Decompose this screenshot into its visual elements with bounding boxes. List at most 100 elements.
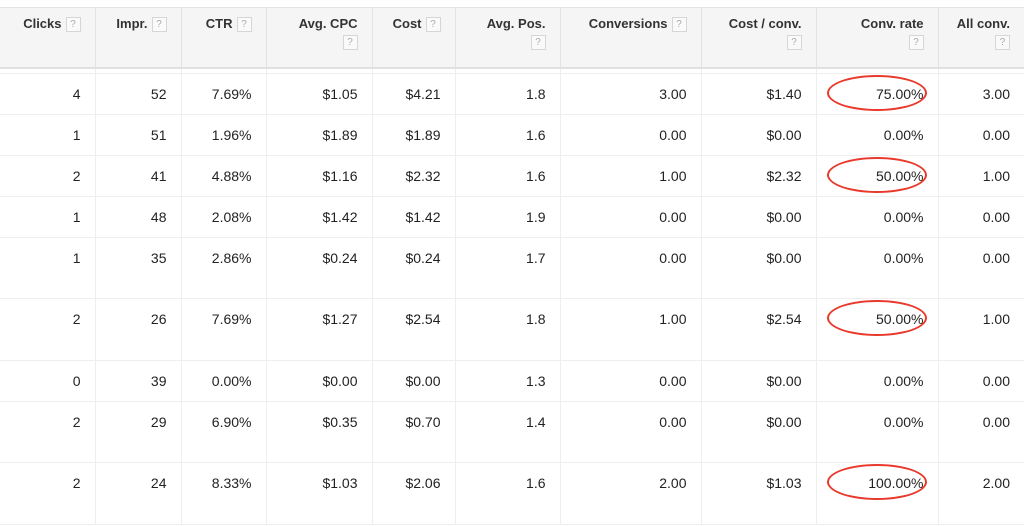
- help-icon[interactable]: ?: [342, 35, 358, 50]
- cell-value: 1: [72, 250, 81, 266]
- cell-cost: $2.54: [372, 298, 456, 361]
- cell-value: 100.00%: [868, 475, 924, 491]
- column-header-impressions[interactable]: Impr.?: [95, 7, 182, 68]
- column-header-ctr[interactable]: CTR?: [181, 7, 267, 68]
- column-label: CTR: [205, 16, 233, 31]
- column-header-conv-rate[interactable]: Conv. rate?: [816, 7, 939, 68]
- help-icon[interactable]: ?: [995, 35, 1010, 50]
- column-label: Avg. Pos.: [486, 16, 546, 31]
- column-header-all-conv[interactable]: All conv.?: [938, 7, 1024, 68]
- cell-value: $4.21: [405, 86, 441, 102]
- cell-cost-per-conv: $1.40: [701, 73, 817, 115]
- help-icon[interactable]: ?: [151, 17, 167, 33]
- column-header-conversions[interactable]: Conversions?: [560, 7, 702, 68]
- cell-value: 51: [150, 127, 167, 143]
- cell-avg-cpc: $1.42: [266, 196, 373, 238]
- cell-cost: $0.70: [372, 401, 456, 463]
- cell-clicks: 2: [0, 401, 96, 463]
- column-label: Impr.: [116, 16, 148, 31]
- column-header-cost[interactable]: Cost?: [372, 7, 456, 68]
- cell-value: $2.54: [405, 311, 441, 327]
- cell-all-conv: 0.00: [938, 401, 1024, 463]
- table-body: 4 52 7.69% $1.05 $4.21 1.8 3.00 $1.40 75.00% 3.00…: [0, 67, 1024, 525]
- cell-impressions: 29: [95, 401, 182, 463]
- cell-ctr: 8.33%: [181, 462, 267, 525]
- cell-avg-pos: 1.8: [455, 73, 561, 115]
- cell-value: 7.69%: [211, 86, 252, 102]
- performance-table: Clicks? Impr.? CTR? Avg. CPC? Cost? Avg.…: [0, 7, 1024, 525]
- help-icon[interactable]: ?: [530, 35, 546, 50]
- cell-value: 48: [150, 209, 167, 225]
- cell-value: 1.00: [982, 311, 1010, 327]
- cell-cost: $4.21: [372, 73, 456, 115]
- cell-value: 0.00: [982, 250, 1010, 266]
- table-row[interactable]: 4 52 7.69% $1.05 $4.21 1.8 3.00 $1.40 75.00% 3.00: [0, 73, 1024, 115]
- cell-impressions: 52: [95, 73, 182, 115]
- cell-clicks: 2: [0, 462, 96, 525]
- cell-conv-rate: 50.00%: [816, 298, 939, 361]
- cell-conversions: 0.00: [560, 196, 702, 238]
- cell-value: 1: [72, 127, 81, 143]
- cell-conv-rate: 0.00%: [816, 401, 939, 463]
- cell-value: $2.06: [405, 475, 441, 491]
- table-row[interactable]: 2 26 7.69% $1.27 $2.54 1.8 1.00 $2.54 50.00% 1.00: [0, 298, 1024, 361]
- cell-all-conv: 1.00: [938, 298, 1024, 361]
- cell-value: 0.00: [659, 209, 687, 225]
- table-row[interactable]: 0 39 0.00% $0.00 $0.00 1.3 0.00 $0.00 0.00% 0.00: [0, 360, 1024, 402]
- table-row[interactable]: 1 51 1.96% $1.89 $1.89 1.6 0.00 $0.00 0.00% 0.00: [0, 114, 1024, 156]
- cell-ctr: 4.88%: [181, 155, 267, 197]
- help-icon[interactable]: ?: [425, 17, 441, 33]
- cell-cost: $1.89: [372, 114, 456, 156]
- cell-value: 0.00: [982, 127, 1010, 143]
- column-header-cost-per-conv[interactable]: Cost / conv.?: [701, 7, 817, 68]
- top-strip: [0, 0, 1024, 7]
- cell-value: 75.00%: [876, 86, 924, 102]
- table-row[interactable]: 1 35 2.86% $0.24 $0.24 1.7 0.00 $0.00 0.00% 0.00: [0, 237, 1024, 299]
- column-header-avg-cpc[interactable]: Avg. CPC?: [266, 7, 373, 68]
- cell-all-conv: 0.00: [938, 114, 1024, 156]
- cell-conversions: 0.00: [560, 360, 702, 402]
- cell-value: 7.69%: [211, 311, 252, 327]
- help-icon[interactable]: ?: [236, 17, 252, 33]
- cell-value: 0: [72, 373, 81, 389]
- help-icon[interactable]: ?: [65, 17, 81, 33]
- cell-all-conv: 2.00: [938, 462, 1024, 525]
- cell-value: $0.70: [405, 414, 441, 430]
- help-icon[interactable]: ?: [786, 35, 802, 50]
- cell-impressions: 24: [95, 462, 182, 525]
- cell-value: 41: [150, 168, 167, 184]
- cell-ctr: 0.00%: [181, 360, 267, 402]
- cell-ctr: 7.69%: [181, 298, 267, 361]
- cell-clicks: 2: [0, 155, 96, 197]
- cell-conv-rate: 0.00%: [816, 237, 939, 299]
- cell-value: 1.4: [526, 414, 546, 430]
- cell-value: 24: [150, 475, 167, 491]
- cell-all-conv: 0.00: [938, 360, 1024, 402]
- cell-value: $1.03: [322, 475, 358, 491]
- cell-avg-cpc: $0.00: [266, 360, 373, 402]
- cell-value: 1.96%: [211, 127, 252, 143]
- cell-value: $0.00: [766, 127, 802, 143]
- cell-value: $0.00: [405, 373, 441, 389]
- cell-conversions: 1.00: [560, 298, 702, 361]
- column-header-avg-pos[interactable]: Avg. Pos.?: [455, 7, 561, 68]
- cell-avg-pos: 1.6: [455, 114, 561, 156]
- cell-ctr: 2.08%: [181, 196, 267, 238]
- cell-value: $2.54: [766, 311, 802, 327]
- cell-value: 52: [150, 86, 167, 102]
- table-row[interactable]: 2 24 8.33% $1.03 $2.06 1.6 2.00 $1.03 100.00% 2.0…: [0, 462, 1024, 525]
- cell-value: 1.6: [526, 475, 546, 491]
- cell-avg-pos: 1.4: [455, 401, 561, 463]
- table-row[interactable]: 2 29 6.90% $0.35 $0.70 1.4 0.00 $0.00 0.00% 0.00: [0, 401, 1024, 463]
- cell-value: 6.90%: [211, 414, 252, 430]
- help-icon[interactable]: ?: [671, 17, 687, 33]
- cell-value: $0.00: [766, 209, 802, 225]
- cell-cost: $2.32: [372, 155, 456, 197]
- table-row[interactable]: 2 41 4.88% $1.16 $2.32 1.6 1.00 $2.32 50.00% 1.00: [0, 155, 1024, 197]
- cell-value: $1.89: [322, 127, 358, 143]
- help-icon[interactable]: ?: [908, 35, 924, 50]
- table-row[interactable]: 1 48 2.08% $1.42 $1.42 1.9 0.00 $0.00 0.00% 0.00: [0, 196, 1024, 238]
- cell-all-conv: 3.00: [938, 73, 1024, 115]
- cell-avg-cpc: $0.35: [266, 401, 373, 463]
- column-header-clicks[interactable]: Clicks?: [0, 7, 96, 68]
